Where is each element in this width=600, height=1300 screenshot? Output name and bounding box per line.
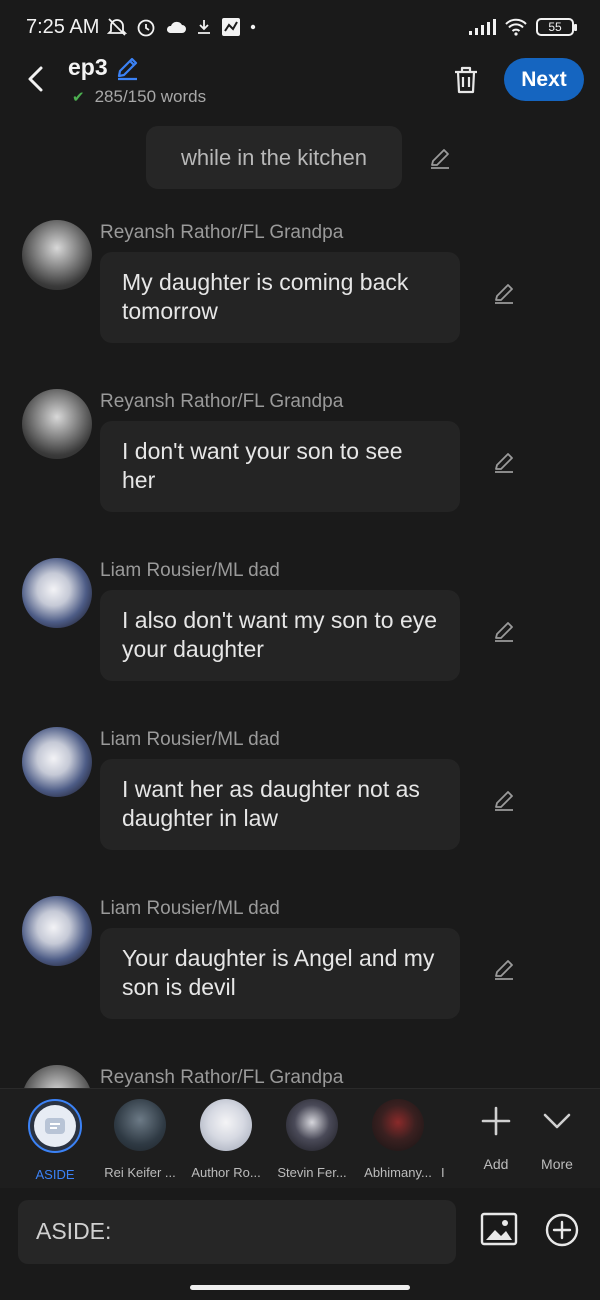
avatar[interactable] bbox=[22, 1065, 92, 1088]
sender-name: Liam Rousier/ML dad bbox=[100, 560, 280, 581]
battery-level: 55 bbox=[548, 20, 562, 34]
sender-name: Reyansh Rathor/FL Grandpa bbox=[100, 222, 344, 243]
message-item[interactable]: Liam Rousier/ML dad I also don't want my… bbox=[0, 558, 600, 718]
character-label: Abhimany... bbox=[364, 1165, 432, 1180]
word-count-row: ✔ 285/150 words bbox=[72, 87, 206, 107]
character-label: Author Ro... bbox=[191, 1165, 261, 1180]
character-selector: ASIDE Rei Keifer ... Author Ro... Stevin… bbox=[0, 1088, 600, 1188]
aside-avatar bbox=[28, 1099, 82, 1153]
character-label: I bbox=[441, 1165, 445, 1180]
wifi-icon bbox=[505, 18, 527, 36]
message-item[interactable]: Reyansh Rathor/FL Grandpa I don't want y… bbox=[0, 389, 600, 549]
message-bubble[interactable]: My daughter is coming back tomorrow bbox=[100, 252, 460, 343]
back-button[interactable] bbox=[20, 62, 50, 96]
home-indicator[interactable] bbox=[190, 1285, 410, 1290]
character-label: Rei Keifer ... bbox=[104, 1165, 176, 1180]
message-item[interactable]: Reyansh Rathor/FL Grandpa My daughter is… bbox=[0, 220, 600, 380]
message-item[interactable]: Reyansh Rathor/FL Grandpa bbox=[0, 1065, 600, 1088]
character-partial[interactable]: I bbox=[441, 1099, 455, 1180]
avatar[interactable] bbox=[22, 896, 92, 966]
more-button[interactable]: More bbox=[529, 1105, 585, 1172]
delete-button[interactable] bbox=[448, 62, 484, 98]
character-rei[interactable]: Rei Keifer ... bbox=[97, 1099, 183, 1180]
title-area: ep3 ✔ 285/150 words bbox=[68, 54, 206, 107]
message-bubble[interactable]: I want her as daughter not as daughter i… bbox=[100, 759, 460, 850]
edit-icon[interactable] bbox=[491, 956, 517, 982]
character-author[interactable]: Author Ro... bbox=[183, 1099, 269, 1180]
more-label: More bbox=[541, 1156, 573, 1172]
chat-list[interactable]: while in the kitchen Reyansh Rathor/FL G… bbox=[0, 114, 600, 1088]
chevron-left-icon bbox=[28, 66, 43, 92]
avatar bbox=[114, 1099, 166, 1151]
message-bubble[interactable]: I don't want your son to see her bbox=[100, 421, 460, 512]
status-time: 7:25 AM bbox=[26, 15, 100, 38]
battery-icon: 55 bbox=[536, 18, 577, 36]
edit-icon[interactable] bbox=[491, 618, 517, 644]
check-icon: ✔ bbox=[72, 89, 85, 106]
add-button[interactable] bbox=[544, 1212, 580, 1248]
avatar[interactable] bbox=[22, 558, 92, 628]
signal-icon bbox=[469, 19, 496, 35]
app-icon bbox=[222, 18, 241, 36]
composer: ASIDE: bbox=[0, 1188, 600, 1276]
status-bar: 7:25 AM 55 bbox=[0, 0, 600, 54]
sender-name: Liam Rousier/ML dad bbox=[100, 898, 280, 919]
add-label: Add bbox=[483, 1156, 509, 1172]
avatar[interactable] bbox=[22, 220, 92, 290]
edit-icon[interactable] bbox=[427, 145, 453, 171]
mute-icon bbox=[107, 18, 128, 36]
edit-icon[interactable] bbox=[491, 449, 517, 475]
edit-title-icon[interactable] bbox=[114, 55, 140, 81]
next-button[interactable]: Next bbox=[504, 58, 584, 101]
character-stevin[interactable]: Stevin Fer... bbox=[269, 1099, 355, 1180]
character-aside[interactable]: ASIDE bbox=[12, 1099, 98, 1182]
message-input[interactable]: ASIDE: bbox=[18, 1200, 456, 1264]
character-label: ASIDE bbox=[35, 1167, 75, 1182]
chevron-down-icon bbox=[543, 1113, 571, 1129]
episode-title: ep3 bbox=[68, 54, 108, 80]
cloud-icon bbox=[167, 21, 187, 33]
sender-name: Liam Rousier/ML dad bbox=[100, 729, 280, 750]
plus-icon bbox=[481, 1106, 511, 1136]
character-abhimany[interactable]: Abhimany... bbox=[355, 1099, 441, 1180]
avatar[interactable] bbox=[22, 727, 92, 797]
message-bubble[interactable]: Your daughter is Angel and my son is dev… bbox=[100, 928, 460, 1019]
download-icon bbox=[198, 20, 211, 34]
narration-bubble[interactable]: while in the kitchen bbox=[146, 126, 402, 189]
trash-icon bbox=[455, 66, 477, 94]
note-icon bbox=[45, 1118, 65, 1134]
message-bubble[interactable]: I also don't want my son to eye your dau… bbox=[100, 590, 460, 681]
add-character-button[interactable]: Add bbox=[468, 1105, 524, 1172]
dot-icon bbox=[251, 24, 256, 30]
avatar bbox=[200, 1099, 252, 1151]
insert-image-button[interactable] bbox=[480, 1212, 520, 1248]
edit-icon[interactable] bbox=[491, 787, 517, 813]
message-item[interactable]: Liam Rousier/ML dad I want her as daught… bbox=[0, 727, 600, 887]
avatar bbox=[372, 1099, 424, 1151]
word-count: 285/150 words bbox=[94, 87, 207, 106]
plus-circle-icon bbox=[545, 1213, 579, 1247]
avatar[interactable] bbox=[22, 389, 92, 459]
edit-icon[interactable] bbox=[491, 280, 517, 306]
image-icon bbox=[480, 1212, 518, 1246]
message-item[interactable]: Liam Rousier/ML dad Your daughter is Ang… bbox=[0, 896, 600, 1056]
sender-name: Reyansh Rathor/FL Grandpa bbox=[100, 391, 344, 412]
alarm-icon bbox=[137, 19, 155, 37]
avatar bbox=[286, 1099, 338, 1151]
top-app-bar: ep3 ✔ 285/150 words Next bbox=[0, 54, 600, 114]
sender-name: Reyansh Rathor/FL Grandpa bbox=[100, 1067, 344, 1088]
character-label: Stevin Fer... bbox=[277, 1165, 347, 1180]
